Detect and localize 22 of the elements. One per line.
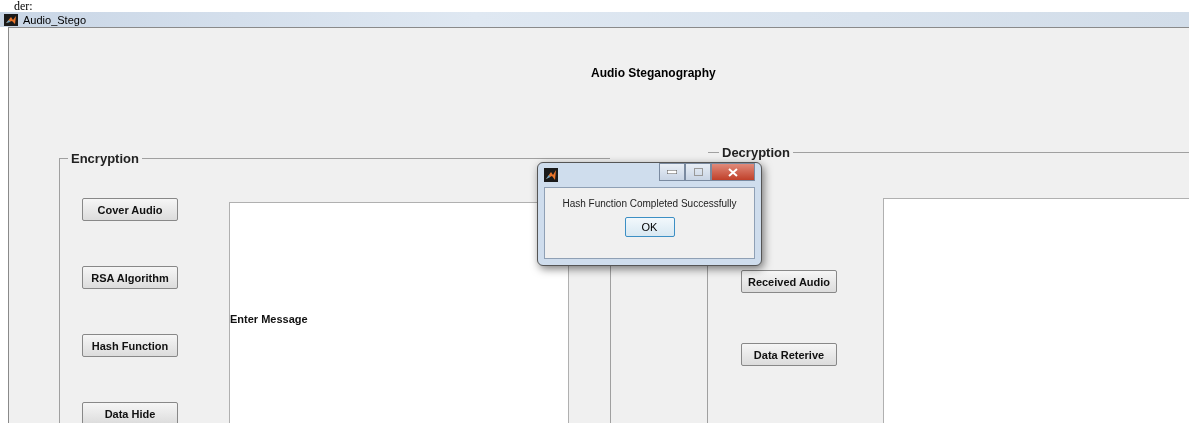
maximize-icon	[693, 168, 703, 176]
window-title: Audio_Stego	[23, 13, 86, 26]
action-button[interactable]: Data Reterive	[741, 343, 837, 366]
action-button[interactable]: Data Hide	[82, 402, 178, 423]
action-button[interactable]: Hash Function	[82, 334, 178, 357]
message-label: Enter Message	[230, 313, 308, 325]
close-button[interactable]	[711, 163, 755, 181]
action-button[interactable]: RSA Algorithm	[82, 266, 178, 289]
output-field[interactable]	[883, 198, 1189, 423]
action-button[interactable]: Received Audio	[741, 270, 837, 293]
minimize-button[interactable]	[659, 163, 685, 181]
action-button[interactable]: Cover Audio	[82, 198, 178, 221]
panel-title: Decryption	[719, 145, 793, 160]
ok-button[interactable]: OK	[624, 217, 675, 237]
panel-title: Encryption	[68, 151, 142, 166]
app-heading: Audio Steganography	[590, 65, 717, 82]
close-icon	[728, 167, 738, 177]
page-text-fragment: der:	[14, 0, 33, 12]
maximize-button[interactable]	[685, 163, 711, 181]
app-logo-icon	[544, 168, 558, 182]
minimize-icon	[667, 170, 677, 174]
app-logo-icon	[4, 13, 18, 26]
